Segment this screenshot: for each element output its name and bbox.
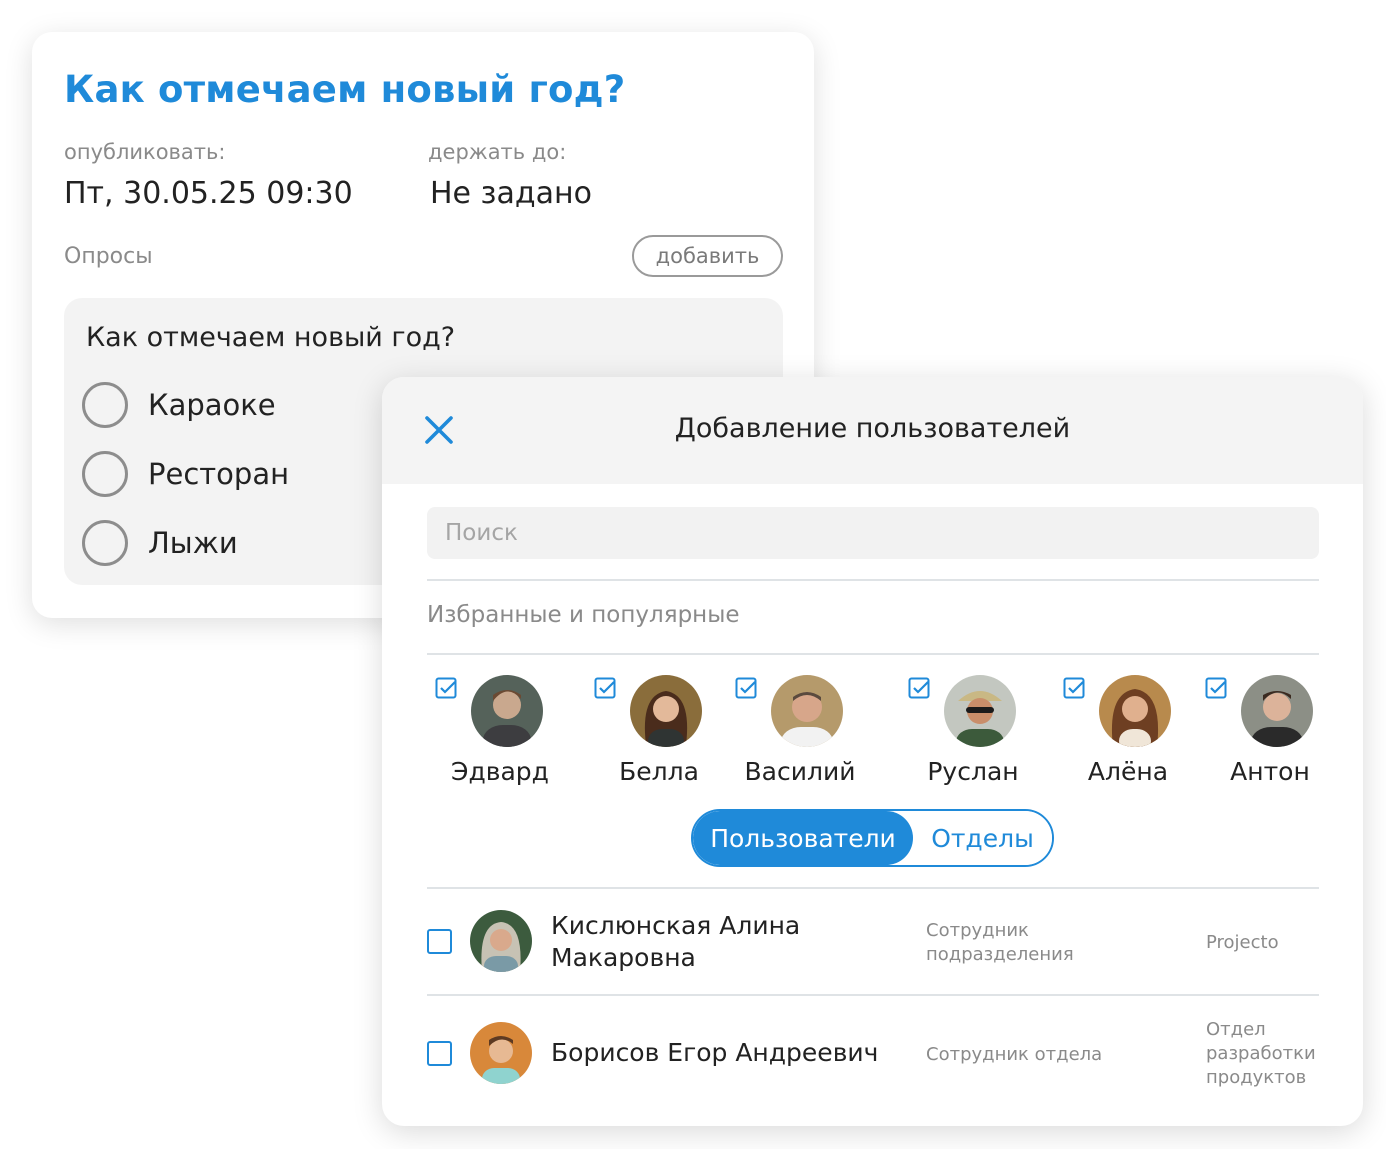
stage: Как отмечаем новый год? опубликовать: Пт… <box>0 0 1386 1149</box>
poll-option-label: Ресторан <box>148 457 290 491</box>
divider <box>427 653 1319 655</box>
add-users-dialog: Добавление пользователей Избранные и поп… <box>382 377 1363 1126</box>
favorite-user[interactable]: Антон <box>1205 675 1335 790</box>
radio-button[interactable] <box>82 382 128 428</box>
checked-checkbox-icon[interactable] <box>908 677 930 699</box>
row-checkbox[interactable] <box>427 929 452 954</box>
user-name: Кислюнская Алина Макаровна <box>551 911 801 972</box>
tab-users[interactable]: Пользователи <box>693 811 913 865</box>
hold-until-label: держать до: <box>428 140 567 164</box>
radio-button[interactable] <box>82 451 128 497</box>
table-row[interactable]: Борисов Егор Андреевич Сотрудник отдела … <box>427 996 1319 1116</box>
user-department: Отдел разработки продуктов <box>1206 1019 1316 1088</box>
favorite-user-name: Василий <box>744 757 856 786</box>
favorites-label: Избранные и популярные <box>427 602 740 628</box>
avatar <box>471 675 543 747</box>
view-switch: Пользователи Отделы <box>691 809 1054 867</box>
checked-checkbox-icon[interactable] <box>1205 677 1227 699</box>
radio-button[interactable] <box>82 520 128 566</box>
checked-checkbox-icon[interactable] <box>435 677 457 699</box>
search-input[interactable] <box>427 507 1319 559</box>
poll-option[interactable]: Ресторан <box>82 451 289 497</box>
avatar <box>944 675 1016 747</box>
user-department: Projecto <box>1206 932 1279 953</box>
avatar <box>470 1022 532 1084</box>
favorite-user-name: Руслан <box>927 757 1019 786</box>
poll-option[interactable]: Лыжи <box>82 520 238 566</box>
avatar <box>771 675 843 747</box>
dialog-title: Добавление пользователей <box>674 413 1071 444</box>
publish-label: опубликовать: <box>64 140 226 164</box>
favorite-user[interactable]: Василий <box>735 675 865 790</box>
avatar <box>630 675 702 747</box>
tab-departments[interactable]: Отделы <box>913 811 1052 865</box>
checked-checkbox-icon[interactable] <box>594 677 616 699</box>
divider <box>427 579 1319 581</box>
checked-checkbox-icon[interactable] <box>1063 677 1085 699</box>
publish-value[interactable]: Пт, 30.05.25 09:30 <box>64 176 353 211</box>
user-name: Борисов Егор Андреевич <box>551 1038 879 1067</box>
table-row[interactable]: Кислюнская Алина Макаровна Сотрудник под… <box>427 888 1319 995</box>
user-role: Сотрудник отдела <box>926 1044 1103 1065</box>
poll-option-label: Караоке <box>148 388 276 422</box>
favorite-user[interactable]: Алёна <box>1063 675 1193 790</box>
checked-checkbox-icon[interactable] <box>735 677 757 699</box>
row-checkbox[interactable] <box>427 1041 452 1066</box>
avatar <box>1241 675 1313 747</box>
favorite-user[interactable]: Эдвард <box>435 675 565 790</box>
hold-until-value[interactable]: Не задано <box>430 176 592 211</box>
user-role: Сотрудник подразделения <box>926 920 1074 965</box>
favorite-user[interactable]: Руслан <box>908 675 1038 790</box>
poll-option-label: Лыжи <box>148 526 238 560</box>
poll-option[interactable]: Караоке <box>82 382 276 428</box>
add-poll-button[interactable]: добавить <box>632 235 783 277</box>
poll-title: Как отмечаем новый год? <box>64 68 626 111</box>
favorite-user-name: Эдвард <box>451 757 549 786</box>
favorite-user[interactable]: Белла <box>594 675 724 790</box>
favorite-user-name: Антон <box>1230 757 1310 786</box>
dialog-header: Добавление пользователей <box>382 377 1363 484</box>
polls-label: Опросы <box>64 244 153 269</box>
avatar <box>1099 675 1171 747</box>
avatar <box>470 910 532 972</box>
poll-question: Как отмечаем новый год? <box>86 322 456 353</box>
